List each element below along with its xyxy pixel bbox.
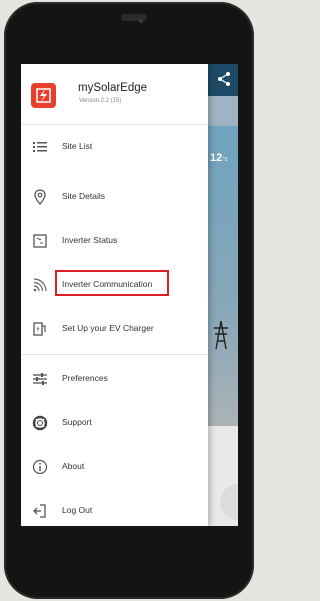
menu-item-support[interactable]: Support [21, 406, 208, 442]
menu-item-label: Log Out [62, 505, 93, 515]
menu-item-site-list[interactable]: Site List [21, 130, 208, 166]
menu-item-label: Preferences [62, 373, 108, 383]
info-icon [32, 459, 48, 475]
solaredge-logo-icon [31, 83, 56, 108]
highlight-box [55, 270, 169, 296]
menu-item-site-details[interactable]: Site Details [21, 180, 208, 216]
navigation-drawer: mySolarEdge Version 2.2 (15) Site List S… [21, 64, 208, 526]
screen: 12°c mySolarEdge Version 2.2 (15) Site L… [21, 64, 238, 526]
menu-item-label: Inverter Status [62, 235, 118, 245]
front-camera [139, 19, 143, 23]
app-name: mySolarEdge [78, 82, 148, 94]
menu-item-log-out[interactable]: Log Out [21, 494, 208, 526]
sliders-icon [33, 373, 47, 385]
menu-item-inverter-status[interactable]: Inverter Status [21, 224, 208, 260]
temperature-readout: 12°c [210, 152, 228, 164]
location-pin-icon [34, 189, 46, 205]
menu-item-label: Set Up your EV Charger [62, 323, 154, 333]
phone-bottom-bezel [0, 526, 258, 586]
background-app-tabbar [208, 96, 238, 126]
background-app-toolbar [208, 64, 238, 96]
signal-icon [33, 278, 47, 292]
power-tower-icon [214, 320, 228, 350]
temperature-value: 12 [210, 152, 223, 164]
menu-item-label: Support [62, 417, 92, 427]
background-app: 12°c [208, 64, 238, 526]
menu-item-ev-charger[interactable]: Set Up your EV Charger [21, 312, 208, 348]
menu-item-label: Site Details [62, 191, 105, 201]
divider [21, 124, 208, 125]
lightning-icon [36, 88, 51, 103]
menu-item-label: Site List [62, 141, 93, 151]
ev-charger-icon [33, 322, 46, 336]
temperature-unit: °c [222, 157, 228, 163]
logout-icon [33, 504, 46, 518]
menu-item-label: About [62, 461, 85, 471]
menu-item-preferences[interactable]: Preferences [21, 362, 208, 398]
lifebuoy-icon [32, 415, 48, 431]
drawer-header: mySolarEdge Version 2.2 (15) [21, 64, 208, 124]
speaker-grille [121, 14, 147, 21]
list-icon [33, 142, 47, 152]
app-version: Version 2.2 (15) [79, 98, 122, 104]
background-sky [208, 126, 238, 426]
menu-item-about[interactable]: About [21, 450, 208, 486]
divider [21, 354, 208, 355]
share-icon[interactable] [215, 70, 233, 88]
inverter-icon [33, 234, 47, 248]
